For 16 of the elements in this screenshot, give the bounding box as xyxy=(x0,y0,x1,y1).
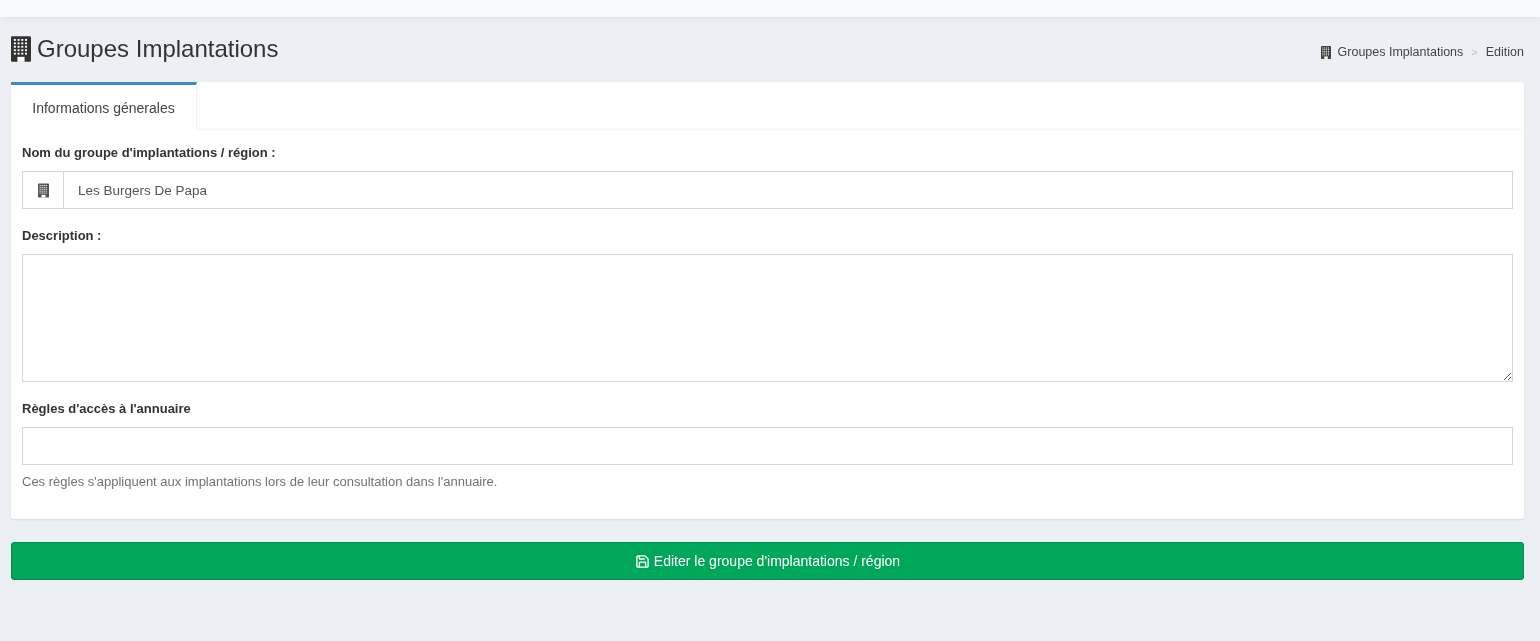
breadcrumb-current: Edition xyxy=(1485,45,1524,59)
tab[interactable]: Informations génerales xyxy=(11,82,197,130)
description-textarea[interactable] xyxy=(22,254,1513,382)
input-field[interactable] xyxy=(22,427,1513,465)
building-icon xyxy=(37,182,49,198)
field-label: Règles d'accès à l'annuaire xyxy=(22,400,191,418)
breadcrumb-separator: > xyxy=(1471,46,1478,58)
name-input-field[interactable]: Les Burgers De Papa xyxy=(64,171,1513,209)
help-text: Ces règles s'appliquent aux implantations lors de leur consultation dans l'annuaire. xyxy=(22,473,498,491)
breadcrumb-link[interactable]: Groupes Implantations xyxy=(1320,45,1464,59)
building-icon xyxy=(1320,45,1331,59)
building-icon xyxy=(11,36,31,62)
page-title: Groupes Implantations xyxy=(37,35,279,63)
field-label: Nom du groupe d'implantations / région : xyxy=(22,144,276,162)
save-icon xyxy=(634,553,650,569)
field-label: Description : xyxy=(22,227,102,245)
